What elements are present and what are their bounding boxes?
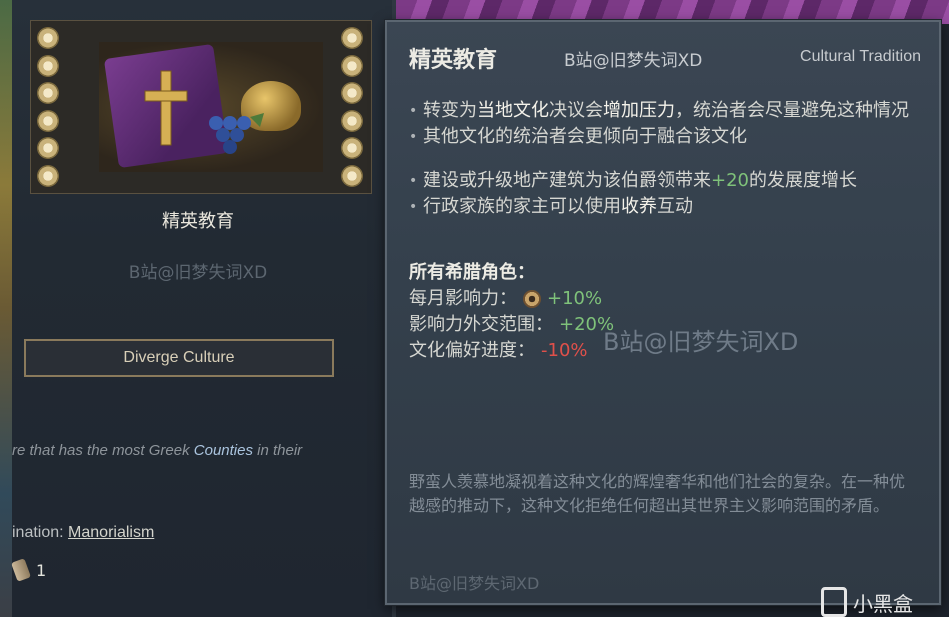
map-background bbox=[0, 0, 12, 617]
counties-link[interactable]: Counties bbox=[194, 442, 253, 459]
watermark: B站@旧梦失词XD bbox=[409, 574, 540, 593]
modifier-section-title: 所有希腊角色： bbox=[409, 262, 535, 283]
adopt-link[interactable]: 收养 bbox=[621, 196, 657, 217]
effect-bullet: 建设或升级地产建筑为该伯爵领带来+20的发展度增长 bbox=[409, 168, 921, 194]
scroll-icon bbox=[11, 558, 31, 582]
tooltip-header: 精英教育 B站@旧梦失词XD Cultural Tradition bbox=[409, 42, 923, 73]
influence-icon bbox=[523, 290, 541, 308]
innovation-row: ination: Manorialism bbox=[12, 524, 155, 541]
manorialism-link[interactable]: Manorialism bbox=[68, 524, 154, 541]
count-value: 1 bbox=[36, 560, 47, 580]
effect-bullet: 转变为当地文化决议会增加压力，统治者会尽量避免这种情况 bbox=[409, 98, 921, 124]
ornament-column-right bbox=[341, 27, 365, 187]
effect-bullet: 行政家族的家主可以使用收养互动 bbox=[409, 194, 921, 220]
tradition-illustration bbox=[30, 20, 372, 194]
watermark: B站@旧梦失词XD bbox=[564, 51, 703, 71]
tradition-name: 精英教育 bbox=[162, 211, 234, 232]
tradition-tooltip: 精英教育 B站@旧梦失词XD Cultural Tradition 转变为当地文… bbox=[385, 20, 941, 617]
effect-bullet: 其他文化的统治者会更倾向于融合该文化 bbox=[409, 124, 921, 150]
diverge-culture-button[interactable]: Diverge Culture bbox=[24, 339, 334, 377]
requirement-text: re that has the most Greek Counties in t… bbox=[12, 442, 303, 459]
brand-mark: 小黑盒 bbox=[821, 587, 913, 617]
flavor-text: 野蛮人羡慕地凝视着这种文化的辉煌奢华和他们社会的复杂。在一种优越感的推动下，这种… bbox=[409, 472, 906, 515]
cross-icon bbox=[144, 70, 188, 146]
count-row: 1 bbox=[11, 558, 47, 582]
grapes-icon bbox=[209, 113, 264, 154]
watermark: B站@旧梦失词XD bbox=[603, 328, 799, 356]
brand-name: 小黑盒 bbox=[853, 591, 913, 616]
tradition-type: Cultural Tradition bbox=[800, 48, 921, 65]
watermark: B站@旧梦失词XD bbox=[128, 263, 268, 283]
brand-logo-icon bbox=[821, 587, 847, 617]
tooltip-title: 精英教育 bbox=[409, 48, 498, 73]
modifier-row: 每月影响力： +10% bbox=[409, 288, 603, 309]
ornament-column-left bbox=[37, 27, 61, 187]
